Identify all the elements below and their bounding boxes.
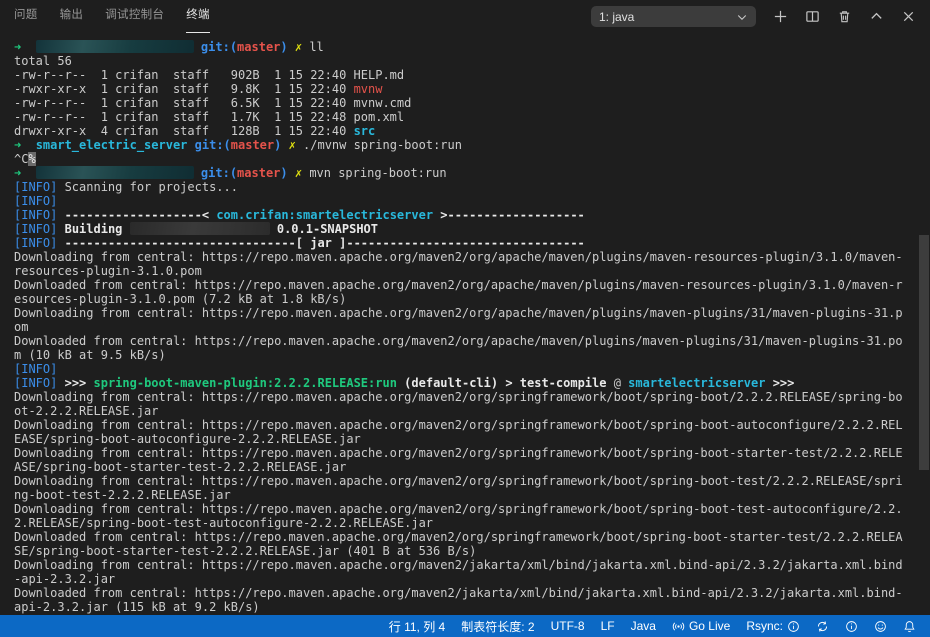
tab-terminal[interactable]: 终端 — [186, 0, 210, 33]
terminal-line: ➜ smart_electric_server git:(master) ✗ .… — [14, 138, 462, 152]
terminal-line: Downloading from central: https://repo.m… — [14, 446, 903, 460]
redacted-text — [35, 166, 194, 179]
terminal-scrollbar[interactable] — [919, 235, 929, 470]
cursor-position[interactable]: 行 11, 列 4 — [381, 615, 453, 637]
redacted-text — [129, 222, 270, 235]
terminal-line: ^C% — [14, 152, 36, 166]
terminal-line: -rw-r--r-- 1 crifan staff 902B 1 15 22:4… — [14, 68, 405, 82]
terminal-line: total 56 — [14, 54, 72, 68]
notifications-button[interactable] — [895, 615, 924, 637]
panel-header: 问题 输出 调试控制台 终端 1: java — [0, 0, 930, 33]
terminal-line: api-2.3.2.jar (115 kB at 9.2 kB/s) — [14, 600, 260, 614]
terminal-line: ot-2.2.2.RELEASE.jar — [14, 404, 159, 418]
eol-indicator[interactable]: LF — [593, 615, 623, 637]
new-terminal-button[interactable] — [772, 9, 788, 25]
terminal-line: om — [14, 320, 29, 334]
close-icon — [901, 9, 916, 24]
feedback-button[interactable] — [866, 615, 895, 637]
terminal-line: [INFO] -------------------< com.crifan:s… — [14, 208, 585, 222]
chevron-down-icon — [736, 11, 748, 23]
terminal-line: -rwxr-xr-x 1 crifan staff 9.8K 1 15 22:4… — [14, 82, 383, 96]
tab-problems[interactable]: 问题 — [14, 0, 38, 33]
terminal-line: Downloading from central: https://repo.m… — [14, 250, 903, 264]
terminal-line: -rw-r--r-- 1 crifan staff 6.5K 1 15 22:4… — [14, 96, 412, 110]
terminal-line: Downloaded from central: https://repo.ma… — [14, 530, 903, 544]
terminal-line: 2.RELEASE/spring-boot-test-autoconfigure… — [14, 516, 434, 530]
terminal-line: Downloaded from central: https://repo.ma… — [14, 334, 903, 348]
info-circle-icon — [787, 620, 800, 633]
rsync-status[interactable]: Rsync: — [738, 615, 808, 637]
terminal-line: -rw-r--r-- 1 crifan staff 1.7K 1 15 22:4… — [14, 110, 405, 124]
terminal-line: -api-2.3.2.jar — [14, 572, 116, 586]
encoding-indicator[interactable]: UTF-8 — [543, 615, 593, 637]
broadcast-icon — [672, 620, 685, 633]
terminal-line: [INFO] Scanning for projects... — [14, 180, 238, 194]
terminal-line: Downloaded from central: https://repo.ma… — [14, 586, 903, 600]
status-bar: 行 11, 列 4 制表符长度: 2 UTF-8 LF Java Go Live… — [0, 615, 930, 637]
trash-icon — [837, 9, 852, 24]
terminal-line: Downloaded from central: https://repo.ma… — [14, 278, 903, 292]
terminal-line: ng-boot-test-2.2.2.RELEASE.jar — [14, 488, 231, 502]
panel-actions: 1: java — [591, 6, 916, 27]
terminal-line: Downloading from central: https://repo.m… — [14, 474, 903, 488]
terminal-line: m (10 kB at 9.5 kB/s) — [14, 348, 166, 362]
split-pane-icon — [805, 9, 820, 24]
close-panel-button[interactable] — [900, 9, 916, 25]
sync-button[interactable] — [808, 615, 837, 637]
terminal-line: SE/spring-boot-starter-test-2.2.2.RELEAS… — [14, 544, 477, 558]
terminal-line: Downloading from central: https://repo.m… — [14, 558, 903, 572]
terminal-line: Downloading from central: https://repo.m… — [14, 418, 903, 432]
terminal-output[interactable]: ➜ git:(master) ✗ ll total 56 -rw-r--r-- 1 … — [0, 33, 930, 615]
terminal-line: esources-plugin-3.1.0.pom (7.2 kB at 1.8… — [14, 292, 347, 306]
terminal-line: Downloading from central: https://repo.m… — [14, 390, 903, 404]
terminal-line: [INFO] — [14, 362, 58, 376]
redacted-text — [35, 40, 194, 53]
kill-terminal-button[interactable] — [836, 9, 852, 25]
info-circle-icon — [845, 620, 858, 633]
smiley-icon — [874, 620, 887, 633]
language-mode[interactable]: Java — [623, 615, 664, 637]
terminal-line: EASE/spring-boot-autoconfigure-2.2.2.REL… — [14, 432, 361, 446]
tab-output[interactable]: 输出 — [60, 0, 84, 33]
terminal-picker-value: 1: java — [599, 9, 635, 24]
info-button[interactable] — [837, 615, 866, 637]
terminal-line: [INFO] Building 0.0.1-SNAPSHOT — [14, 222, 379, 236]
terminal-line: Downloading from central: https://repo.m… — [14, 502, 903, 516]
terminal-picker-dropdown[interactable]: 1: java — [591, 6, 756, 27]
maximize-panel-button[interactable] — [868, 9, 884, 25]
terminal-line: [INFO] >>> spring-boot-maven-plugin:2.2.… — [14, 376, 795, 390]
terminal-line: drwxr-xr-x 4 crifan staff 128B 1 15 22:4… — [14, 124, 376, 138]
panel-tabs: 问题 输出 调试控制台 终端 — [14, 0, 232, 33]
terminal-line: ➜ git:(master) ✗ mvn spring-boot:run — [14, 166, 447, 180]
tab-debug-console[interactable]: 调试控制台 — [105, 0, 164, 33]
terminal-line: ➜ git:(master) ✗ ll — [14, 40, 324, 54]
split-terminal-button[interactable] — [804, 9, 820, 25]
terminal-line: resources-plugin-3.1.0.pom — [14, 264, 202, 278]
tab-size-indicator[interactable]: 制表符长度: 2 — [453, 615, 542, 637]
bell-icon — [903, 620, 916, 633]
terminal-line: ASE/spring-boot-starter-test-2.2.2.RELEA… — [14, 460, 347, 474]
vscode-panel: 问题 输出 调试控制台 终端 1: java ➜ git:(master) ✗ … — [0, 0, 930, 637]
terminal-line: [INFO] --------------------------------[… — [14, 236, 585, 250]
sync-icon — [816, 620, 829, 633]
terminal-line: [INFO] — [14, 194, 58, 208]
terminal-line: Downloading from central: https://repo.m… — [14, 306, 903, 320]
go-live-button[interactable]: Go Live — [664, 615, 738, 637]
plus-icon — [773, 9, 788, 24]
chevron-up-icon — [869, 9, 884, 24]
